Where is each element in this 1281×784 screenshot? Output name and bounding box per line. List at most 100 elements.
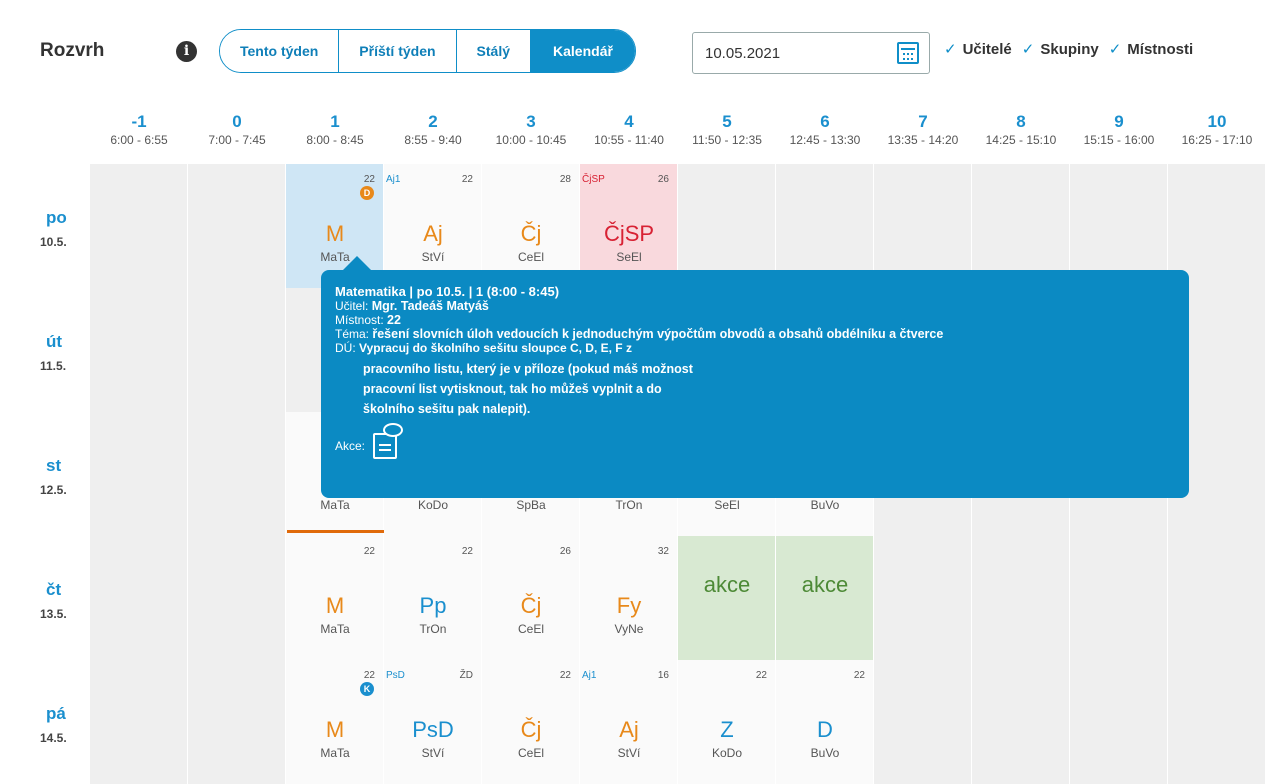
lesson-subject: Fy xyxy=(616,593,642,618)
lesson-room: 28 xyxy=(559,174,571,185)
empty-cell xyxy=(188,536,286,660)
tab-permanent[interactable]: Stálý xyxy=(456,30,532,72)
lesson-teacher: TrOn xyxy=(419,622,447,636)
hour-number: 10 xyxy=(1207,112,1227,131)
date-value: 10.05.2021 xyxy=(705,45,781,62)
hour-number: -1 xyxy=(131,112,147,131)
info-icon[interactable]: i xyxy=(176,41,197,62)
lesson-subject: akce xyxy=(801,572,849,597)
page-title: Rozvrh xyxy=(40,40,105,61)
lesson-subject: Čj xyxy=(520,593,542,618)
lesson-cell[interactable]: 26 Čj CeEl xyxy=(482,536,580,660)
lesson-room: 22 xyxy=(755,670,767,681)
lesson-cell[interactable]: 22 M MaTa xyxy=(286,536,384,660)
tab-next-week[interactable]: Příští týden xyxy=(339,30,457,72)
lesson-teacher: KoDo xyxy=(711,746,743,760)
lesson-cell[interactable]: 22 Pp TrOn xyxy=(384,536,482,660)
lesson-room: 22 xyxy=(461,546,473,557)
day-row: pá 14.5. 22 K M MaTa ŽD PsD PsD StVí 22 Čj CeEl 16 Aj1… xyxy=(0,660,1281,784)
lesson-group: Aj1 xyxy=(386,174,401,185)
lesson-subject: Čj xyxy=(520,221,542,246)
day-date: 12.5. xyxy=(40,483,67,497)
day-date: 10.5. xyxy=(40,235,67,249)
filter-rooms[interactable]: ✓ Místnosti xyxy=(1109,40,1193,58)
lesson-subject: akce xyxy=(703,572,751,597)
tooltip-actions: Akce: xyxy=(335,423,1175,459)
lesson-teacher: MaTa xyxy=(320,746,350,760)
lesson-teacher: SpBa xyxy=(516,498,546,512)
hour-time: 16:25 - 17:10 xyxy=(1181,133,1253,147)
calendar-icon[interactable] xyxy=(897,42,919,64)
lesson-subject: D xyxy=(817,717,833,742)
empty-cell xyxy=(90,660,188,784)
hour-number: 3 xyxy=(526,112,536,131)
lesson-room: 22 xyxy=(461,174,473,185)
date-field[interactable]: 10.05.2021 xyxy=(692,32,930,74)
hour-time: 10:55 - 11:40 xyxy=(594,133,664,147)
check-icon: ✓ xyxy=(1021,41,1035,58)
hour-time: 8:00 - 8:45 xyxy=(306,133,364,147)
lesson-cell[interactable]: akce xyxy=(678,536,776,660)
empty-cell xyxy=(874,660,972,784)
lesson-badge: D xyxy=(360,186,374,200)
lesson-teacher: VyNe xyxy=(614,622,644,636)
check-icon: ✓ xyxy=(944,41,957,58)
lesson-teacher: StVí xyxy=(421,250,445,264)
hour-number: 9 xyxy=(1114,112,1124,131)
lesson-room: 22 xyxy=(853,670,865,681)
lesson-room: 22 xyxy=(559,670,571,681)
hour-time: 15:15 - 16:00 xyxy=(1083,133,1155,147)
day-name: st xyxy=(46,456,62,475)
lesson-subject: Z xyxy=(720,717,734,742)
lesson-cell[interactable]: 22 D BuVo xyxy=(776,660,874,784)
empty-cell xyxy=(1070,536,1168,660)
lesson-teacher: StVí xyxy=(617,746,641,760)
lesson-subject: Čj xyxy=(520,717,542,742)
lesson-subject: Aj xyxy=(619,717,639,742)
hour-number: 2 xyxy=(428,112,438,131)
lesson-cell[interactable]: 22 Čj CeEl xyxy=(482,660,580,784)
hour-number: 4 xyxy=(624,112,634,131)
lesson-cell[interactable]: 22 Z KoDo xyxy=(678,660,776,784)
lesson-room: 26 xyxy=(559,546,571,557)
empty-cell xyxy=(188,164,286,288)
hour-time: 13:35 - 14:20 xyxy=(887,133,959,147)
hour-time: 12:45 - 13:30 xyxy=(789,133,861,147)
lesson-cell[interactable]: 22 K M MaTa xyxy=(286,660,384,784)
filter-checks: ✓ Učitelé ✓ Skupiny ✓ Místnosti xyxy=(944,40,1193,58)
lesson-subject: Pp xyxy=(419,593,447,618)
lesson-teacher: SeEl xyxy=(616,250,642,264)
lesson-cell[interactable]: akce xyxy=(776,536,874,660)
lesson-room: 26 xyxy=(657,174,669,185)
hour-number: 6 xyxy=(820,112,830,131)
empty-cell xyxy=(1168,660,1266,784)
lesson-teacher: TrOn xyxy=(615,498,643,512)
filter-teachers[interactable]: ✓ Učitelé xyxy=(944,40,1012,58)
lesson-group: Aj1 xyxy=(582,670,597,681)
lesson-cell[interactable]: 32 Fy VyNe xyxy=(580,536,678,660)
day-date: 11.5. xyxy=(40,359,67,373)
lesson-teacher: MaTa xyxy=(320,498,350,512)
tab-calendar[interactable]: Kalendář xyxy=(531,30,635,72)
empty-cell xyxy=(90,536,188,660)
empty-cell xyxy=(972,660,1070,784)
lesson-cell[interactable]: 16 Aj1 Aj StVí xyxy=(580,660,678,784)
hour-number: 0 xyxy=(232,112,242,131)
filter-groups[interactable]: ✓ Skupiny xyxy=(1022,40,1099,58)
tooltip-heading: Matematika | po 10.5. | 1 (8:00 - 8:45) xyxy=(335,284,560,299)
lesson-teacher: CeEl xyxy=(517,250,544,264)
lesson-teacher: CeEl xyxy=(517,622,544,636)
empty-cell xyxy=(188,412,286,536)
hour-time: 11:50 - 12:35 xyxy=(692,133,762,147)
lesson-room: 22 xyxy=(363,546,375,557)
hour-time: 7:00 - 7:45 xyxy=(208,133,266,147)
lesson-teacher: BuVo xyxy=(810,498,840,512)
lesson-teacher: SeEl xyxy=(714,498,740,512)
day-date: 13.5. xyxy=(40,607,67,621)
view-document-icon[interactable] xyxy=(373,423,404,459)
tab-this-week[interactable]: Tento týden xyxy=(220,30,340,72)
lesson-subject: M xyxy=(325,593,345,618)
lesson-subject: M xyxy=(325,221,345,246)
tooltip-teacher: Učitel: Mgr. Tadeáš Matyáš xyxy=(335,299,489,313)
lesson-cell[interactable]: ŽD PsD PsD StVí xyxy=(384,660,482,784)
